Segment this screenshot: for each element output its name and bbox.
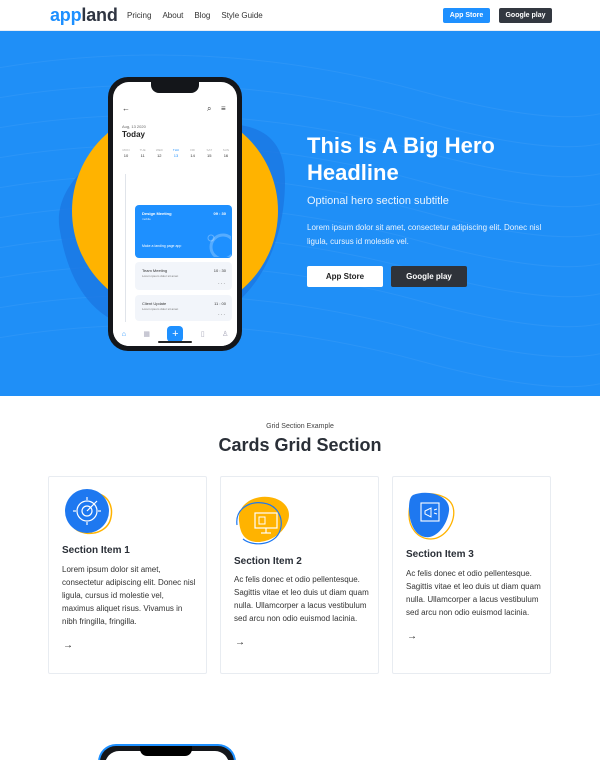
grid-card-1: Section Item 1 Lorem ipsum dolor sit ame… [48,476,207,674]
hero-google-play-button[interactable]: Google play [391,266,467,287]
megaphone-icon [408,492,455,540]
calendar-icon: ▦ [143,331,150,338]
card-text: Ac felis donec et odio pellentesque. Sag… [406,569,541,617]
day-item: SAT 15 [206,148,213,158]
document-icon: ▯ [200,331,205,338]
calendar-date: Aug, 13 2020 [122,124,146,129]
nav-link-blog[interactable]: Blog [194,11,210,20]
add-icon: + [167,326,184,342]
event-card-primary: Design Meeting 09 : 30 mobile Make a lan… [135,205,232,258]
phone-notch [151,82,199,93]
day-item: WED 12 [155,148,163,158]
day-item: MON 10 [122,148,130,158]
grid-card-2: Section Item 2 Ac felis donec et odio pe… [220,476,379,674]
day-item: SUN 16 [222,148,230,158]
card-title: Section Item 2 [234,556,302,567]
hero-app-store-button[interactable]: App Store [307,266,383,287]
top-navbar: appland Pricing About Blog Style Guide A… [0,0,600,31]
card-text: Ac felis donec et odio pellentesque. Sag… [234,575,369,623]
filter-icon: ≡ [221,104,226,113]
nav-google-play-button[interactable]: Google play [499,8,552,23]
event-card-decoration [207,233,231,257]
card-title: Section Item 1 [62,545,130,556]
arrow-right-icon[interactable]: → [407,631,417,642]
timeline-line [125,174,126,339]
nav-link-pricing[interactable]: Pricing [127,11,151,20]
hero-headline: This Is A Big Hero Headline [307,133,495,185]
nav-app-store-button[interactable]: App Store [443,8,490,23]
brand-logo[interactable]: appland [50,5,118,26]
nav-links: Pricing About Blog Style Guide [127,11,263,20]
arrow-right-icon[interactable]: → [63,640,73,651]
event-card: Client Update 11 : 00 Lorem ipsum dolor … [135,295,232,321]
calendar-today-label: Today [122,130,145,139]
card-title: Section Item 3 [406,549,474,560]
home-icon: ⌂ [121,330,126,338]
phone-mockup-partial [98,744,236,760]
grid-card-3: Section Item 3 Ac felis donec et odio pe… [392,476,551,674]
profile-icon: ♙ [221,331,229,338]
section-eyebrow: Grid Section Example [266,423,334,430]
search-icon: ⌕ [207,104,212,113]
hero-paragraph: Lorem ipsum dolor sit amet, consectetur … [307,223,542,246]
hero-section: ← ⌕ ≡ Aug, 13 2020 Today MON 10 TUE 11 WED… [0,31,600,396]
section-title: Cards Grid Section [218,435,382,455]
phone-notch [140,746,192,756]
home-indicator [158,341,192,343]
day-item: TUE 11 [139,148,146,158]
phone-mockup: ← ⌕ ≡ Aug, 13 2020 Today MON 10 TUE 11 WED… [108,77,242,351]
presentation-icon [236,496,289,545]
event-card: Team Meeting 10 : 30 Lorem ipsum dolor s… [135,262,232,290]
nav-link-about[interactable]: About [162,11,183,20]
nav-link-style-guide[interactable]: Style Guide [221,11,262,20]
day-item: FRI 14 [190,148,196,158]
phone-screen: ← ⌕ ≡ Aug, 13 2020 Today MON 10 TUE 11 WED… [113,82,237,346]
day-item-selected: THU 13 [172,148,180,158]
hero-background-pattern [0,54,600,388]
back-arrow-icon: ← [122,104,130,113]
card-text: Lorem ipsum dolor sit amet, consectetur … [62,565,196,626]
target-icon [65,489,113,535]
week-day-strip: MON 10 TUE 11 WED 12 THU 13 FRI 14 SAT 15 SUN 1… [120,148,232,158]
arrow-right-icon[interactable]: → [235,637,245,648]
hero-subtitle: Optional hero section subtitle [307,195,449,207]
